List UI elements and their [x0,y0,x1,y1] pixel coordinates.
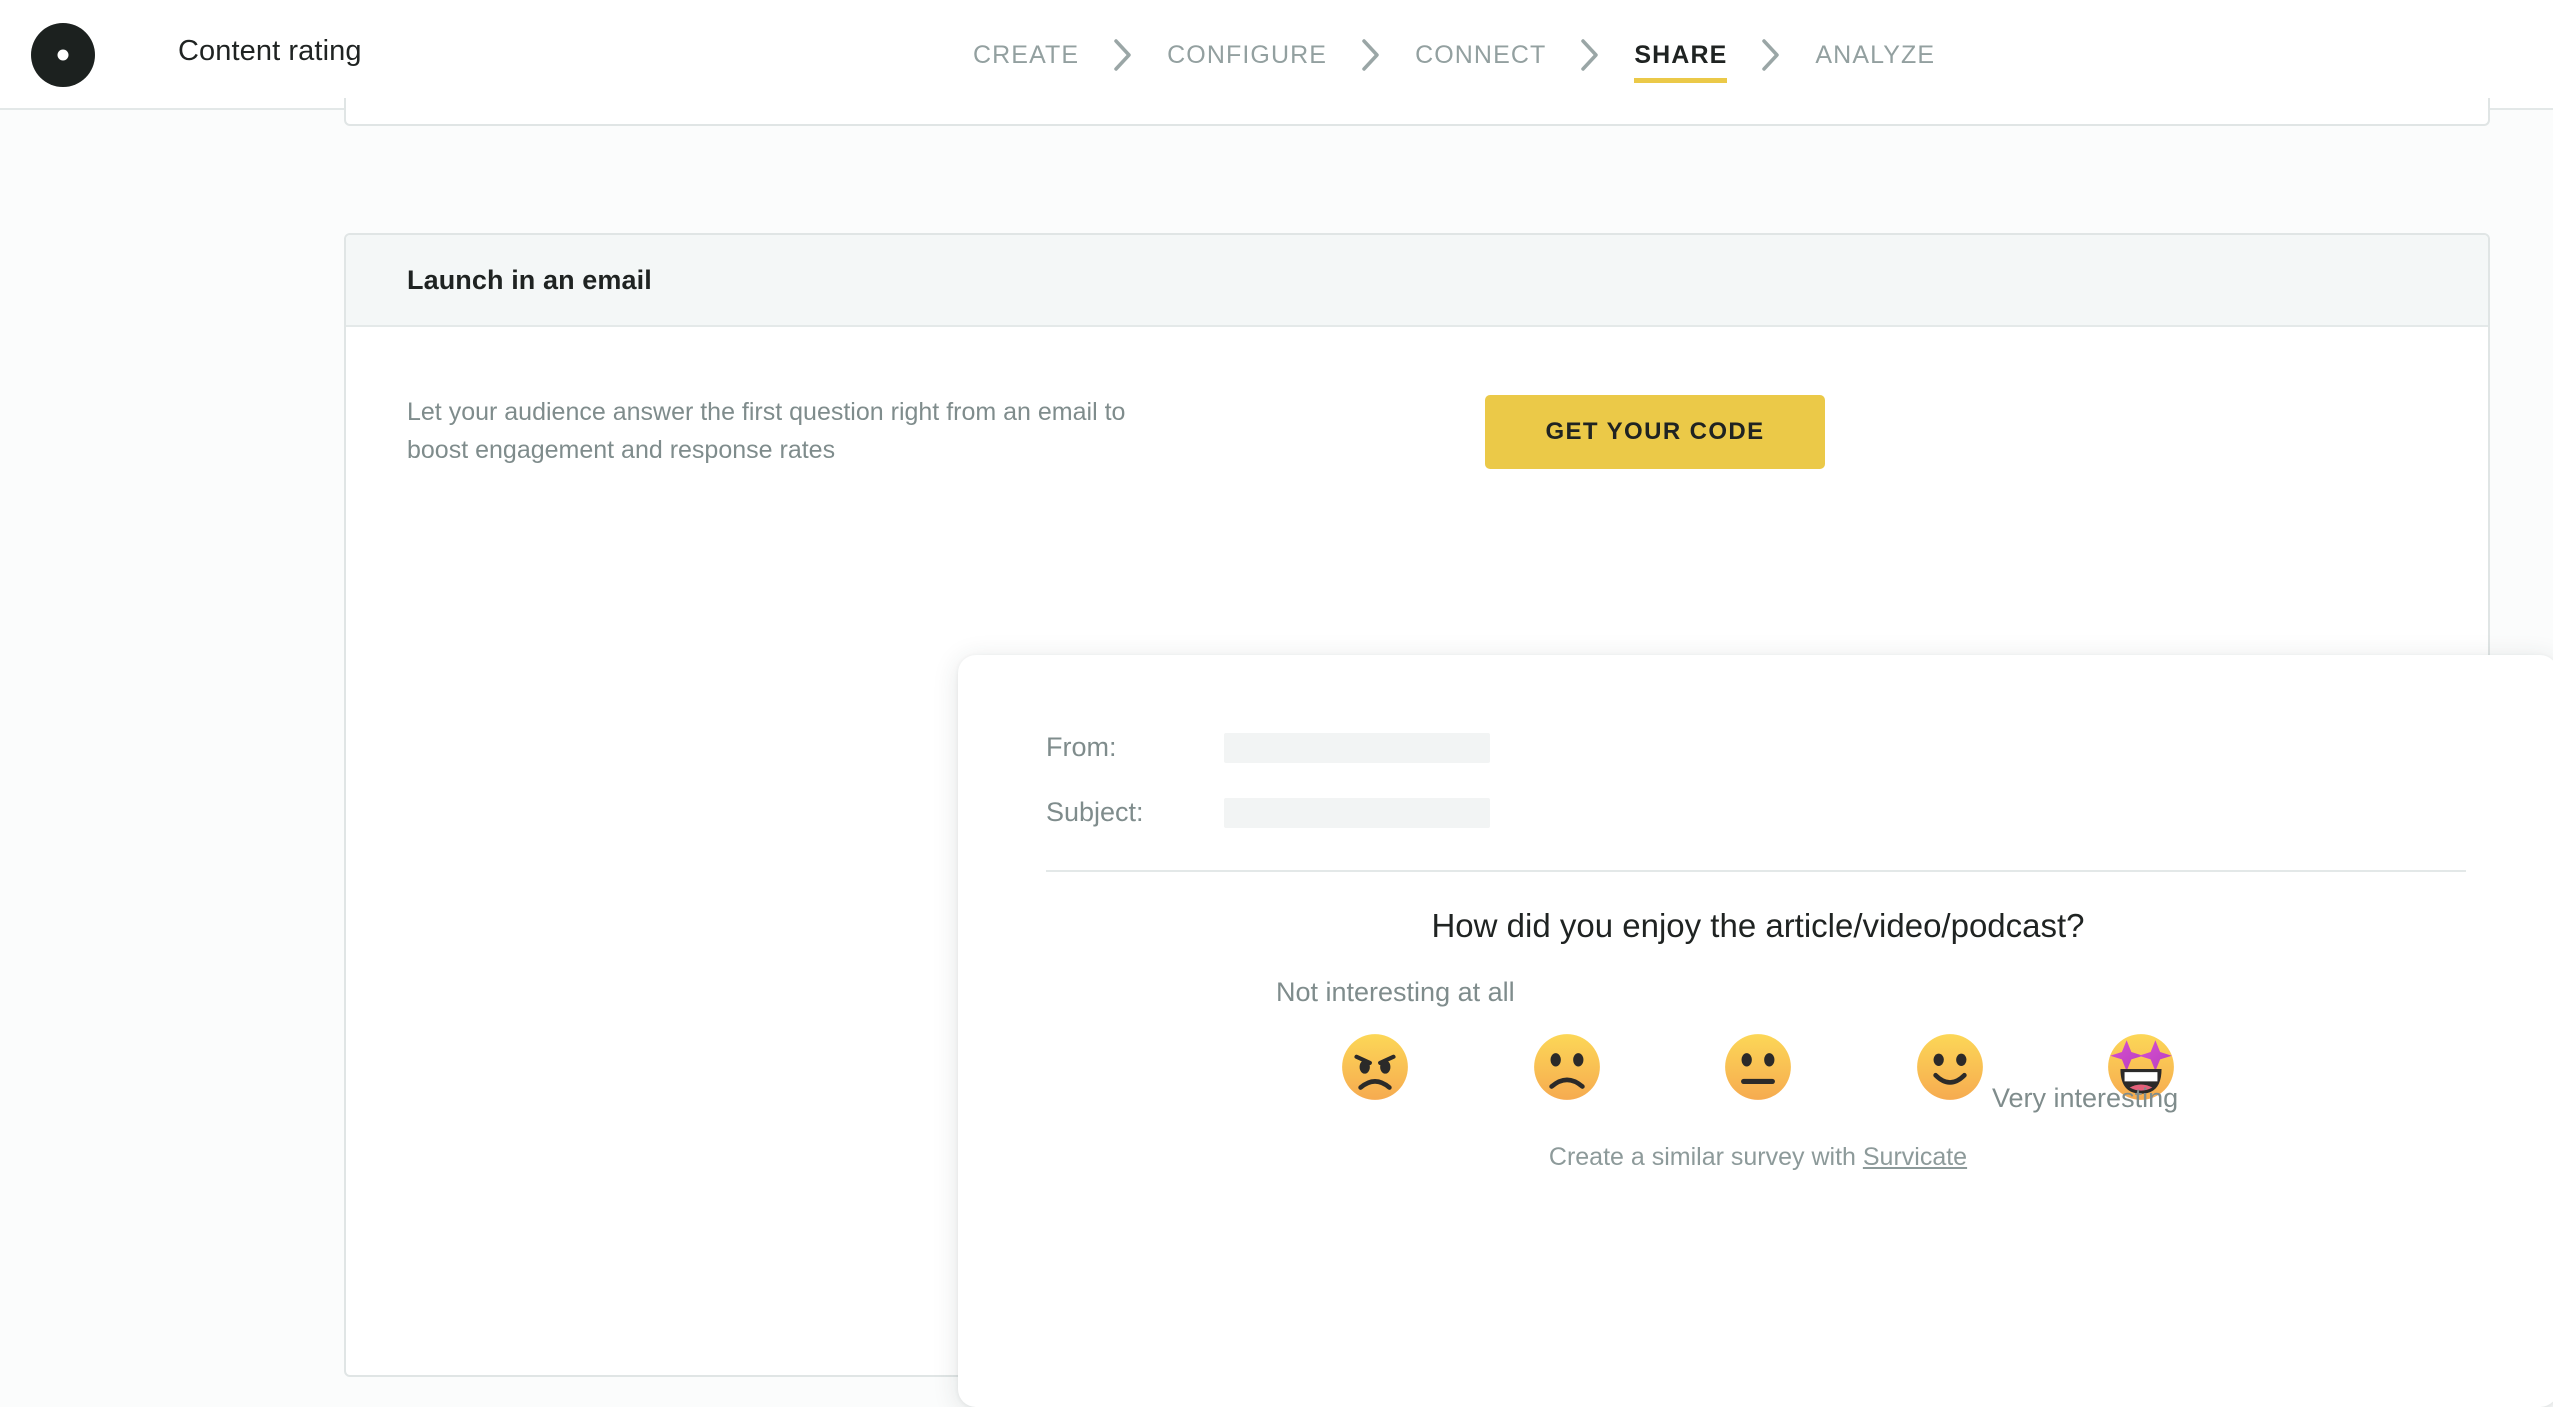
scale-low-label: Not interesting at all [1276,977,1515,1007]
email-from-field[interactable] [1224,732,1490,763]
step-configure[interactable]: CONFIGURE [1149,0,1345,110]
survey-question: How did you enjoy the article/video/podc… [1431,907,2085,944]
chevron-right-icon [1345,0,1397,110]
step-connect[interactable]: CONNECT [1397,0,1564,110]
scale-high-label: Very interesting [1992,1083,2179,1113]
launch-in-an-email-card: Launch in an email Let your audience ans… [344,233,2553,1407]
get-your-code-button[interactable]: GET YOUR CODE [1485,395,1825,469]
email-subject-row: Subject: [1046,797,1490,828]
step-share[interactable]: SHARE [1616,0,1745,110]
page-content: Launch in an email Let your audience ans… [0,98,2553,1407]
slightly-smiling-emoji[interactable] [1913,1030,1987,1104]
step-analyze[interactable]: ANALYZE [1797,0,1953,110]
footer-note-prefix: Create a similar survey with [1548,1143,1863,1171]
survicate-pinwheel-logo[interactable] [30,22,96,88]
frowning-face-emoji[interactable] [1530,1030,1604,1104]
neutral-face-emoji[interactable] [1721,1030,1795,1104]
email-subject-label: Subject: [1046,797,1144,827]
step-analyze-label: ANALYZE [1815,41,1936,69]
email-preview: From: Subject: How did you enjoy the art… [958,655,2553,1407]
email-from-label: From: [1046,732,1117,762]
step-create-label: CREATE [973,41,1080,69]
step-share-label: SHARE [1634,41,1728,69]
active-step-underline [1634,78,1728,83]
previous-section-card-edge [344,98,2490,126]
card-header: Launch in an email [346,235,2488,327]
step-create[interactable]: CREATE [955,0,1097,110]
card-description: Let your audience answer the first quest… [407,398,1126,464]
top-navigation-bar: Content rating CREATE CONFIGURE CONNECT … [0,0,2553,110]
page-title: Content rating [178,35,362,67]
chevron-right-icon [1097,0,1149,110]
card-title: Launch in an email [407,264,652,295]
step-configure-label: CONFIGURE [1167,41,1328,69]
step-connect-label: CONNECT [1415,41,1547,69]
survey-footer-note: Create a similar survey with Survicate [958,1143,2553,1172]
email-subject-field[interactable] [1224,797,1490,828]
survicate-brand-link[interactable]: Survicate [1863,1143,1967,1171]
chevron-right-icon [1745,0,1797,110]
email-from-row: From: [1046,732,1490,763]
email-divider [1046,870,2466,872]
wizard-step-nav: CREATE CONFIGURE CONNECT SHARE ANALYZE [955,0,1953,110]
chevron-right-icon [1564,0,1616,110]
angry-face-emoji[interactable] [1338,1030,1412,1104]
